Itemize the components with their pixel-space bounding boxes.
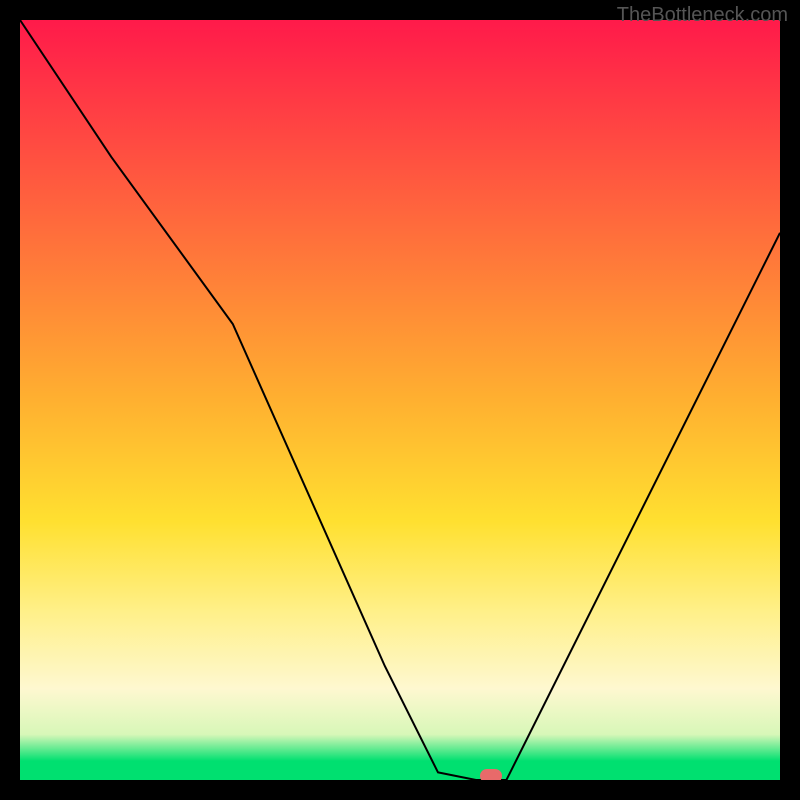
min-marker [480,769,502,780]
watermark-text: TheBottleneck.com [617,4,788,27]
gradient-background [20,20,780,780]
plot-area [20,20,780,780]
